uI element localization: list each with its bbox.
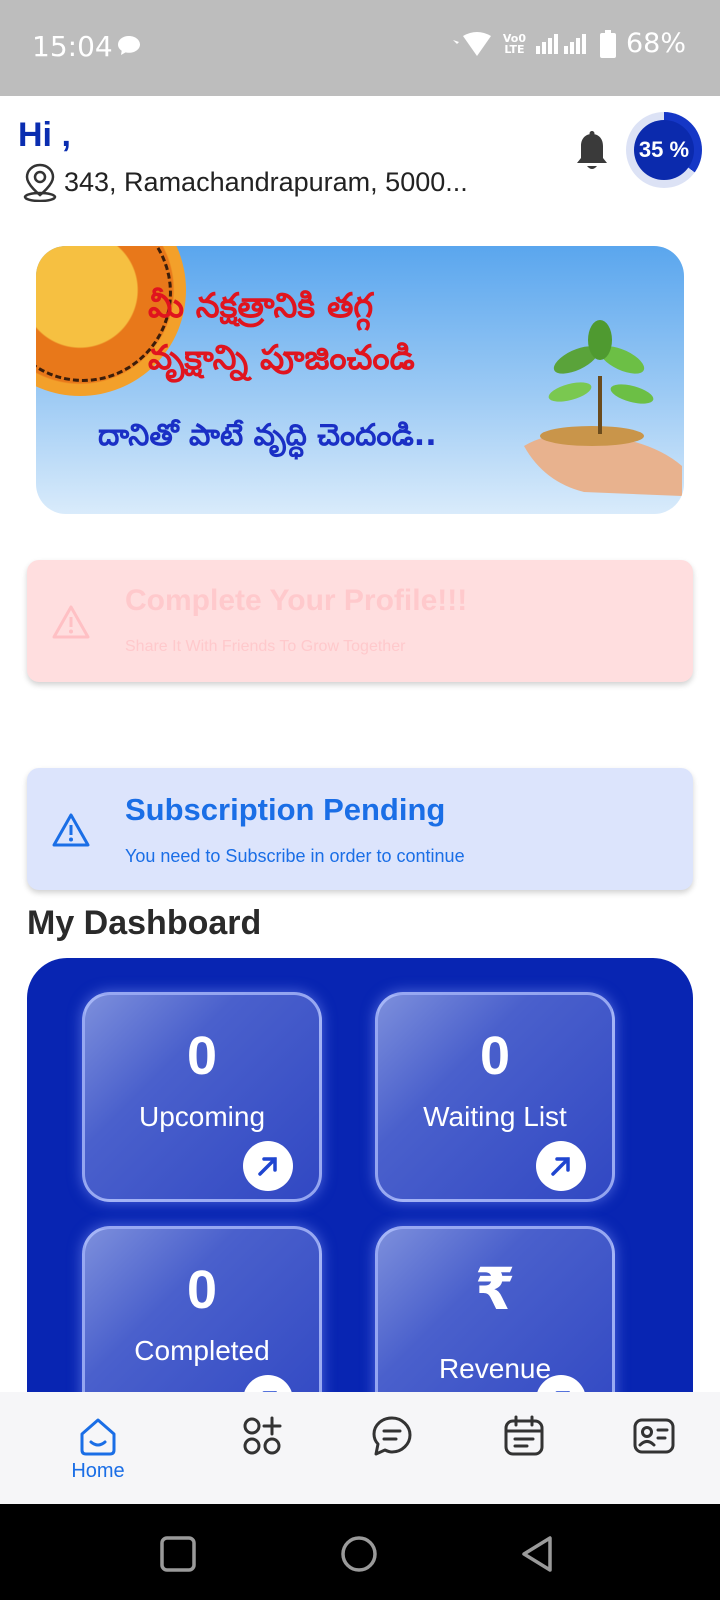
banner-line-2: వృక్షాన్ని పూజించండి xyxy=(148,338,415,378)
upcoming-label: Upcoming xyxy=(138,1101,266,1132)
back-button-icon[interactable] xyxy=(518,1534,558,1574)
nav-home-label: Home xyxy=(71,1460,125,1482)
nav-profile[interactable] xyxy=(594,1392,714,1504)
dashboard-title: My Dashboard xyxy=(27,904,262,942)
status-bar: 15:04 Vo0 LTE 68% xyxy=(0,0,720,96)
revenue-tile[interactable]: ₹ Revenue xyxy=(375,1226,615,1418)
arrow-up-right-icon[interactable] xyxy=(536,1141,586,1191)
location-selector[interactable]: 343, Ramachandrapuram, 5000... xyxy=(22,162,468,202)
banner-line-1: మీ నక్షత్రానికి తగ్గ xyxy=(148,286,374,326)
completed-count: 0 xyxy=(186,1260,218,1320)
wifi-icon xyxy=(452,31,491,56)
volte-indicator: Vo0 LTE xyxy=(502,31,526,56)
warning-icon xyxy=(52,813,90,847)
waiting-list-count: 0 xyxy=(479,1026,511,1086)
completed-label: Completed xyxy=(134,1335,270,1366)
recents-button-icon[interactable] xyxy=(158,1534,198,1574)
home-button-icon[interactable] xyxy=(339,1534,379,1574)
bottom-navigation: Home xyxy=(0,1392,720,1504)
complete-profile-title: Complete Your Profile!!! xyxy=(125,584,468,617)
complete-profile-card[interactable]: Complete Your Profile!!! Share It With F… xyxy=(27,560,693,682)
nav-home[interactable]: Home xyxy=(38,1392,158,1504)
greeting-text: Hi , xyxy=(18,116,71,154)
complete-profile-subtitle: Share It With Friends To Grow Together xyxy=(125,638,406,655)
chat-notification-icon xyxy=(116,34,142,63)
upcoming-tile[interactable]: 0 Upcoming xyxy=(82,992,322,1202)
notification-bell-icon[interactable] xyxy=(574,130,610,179)
subscription-title: Subscription Pending xyxy=(125,792,446,827)
profile-progress-text: 35 % xyxy=(634,120,694,180)
arrow-up-right-icon[interactable] xyxy=(243,1141,293,1191)
plant-in-hands-image xyxy=(524,320,682,496)
calendar-icon xyxy=(504,1415,544,1456)
nav-calendar[interactable] xyxy=(464,1392,584,1504)
nav-services[interactable] xyxy=(202,1392,322,1504)
system-navigation-bar xyxy=(0,1504,720,1600)
status-time: 15:04 xyxy=(32,30,113,63)
subscription-pending-card[interactable]: Subscription Pending You need to Subscri… xyxy=(27,768,693,890)
completed-tile[interactable]: 0 Completed xyxy=(82,1226,322,1418)
warning-icon xyxy=(52,605,90,639)
chat-icon xyxy=(372,1416,412,1456)
status-right-group: Vo0 LTE 68% xyxy=(449,28,686,59)
nav-chat[interactable] xyxy=(332,1392,452,1504)
rupee-icon: ₹ xyxy=(474,1255,516,1323)
dashboard-panel: 0 Upcoming 0 Waiting List 0 Completed ₹ … xyxy=(27,958,693,1418)
address-text: 343, Ramachandrapuram, 5000... xyxy=(64,166,468,197)
subscription-subtitle: You need to Subscribe in order to contin… xyxy=(125,846,465,866)
location-pin-icon xyxy=(23,163,57,202)
waiting-list-tile[interactable]: 0 Waiting List xyxy=(375,992,615,1202)
profile-card-icon xyxy=(633,1418,675,1454)
battery-icon xyxy=(599,29,616,58)
banner-line-3: దానితో పాటే వృద్ధి చెందండి.. xyxy=(98,418,437,453)
waiting-list-label: Waiting List xyxy=(423,1101,567,1132)
upcoming-count: 0 xyxy=(186,1026,218,1086)
home-icon xyxy=(80,1418,116,1456)
signal-icon xyxy=(535,33,586,54)
promo-banner[interactable]: మీ నక్షత్రానికి తగ్గ వృక్షాన్ని పూజించండ… xyxy=(36,246,684,514)
apps-add-icon xyxy=(243,1416,282,1455)
profile-progress-ring[interactable]: 35 % xyxy=(626,112,702,188)
battery-percent: 68% xyxy=(625,28,686,59)
